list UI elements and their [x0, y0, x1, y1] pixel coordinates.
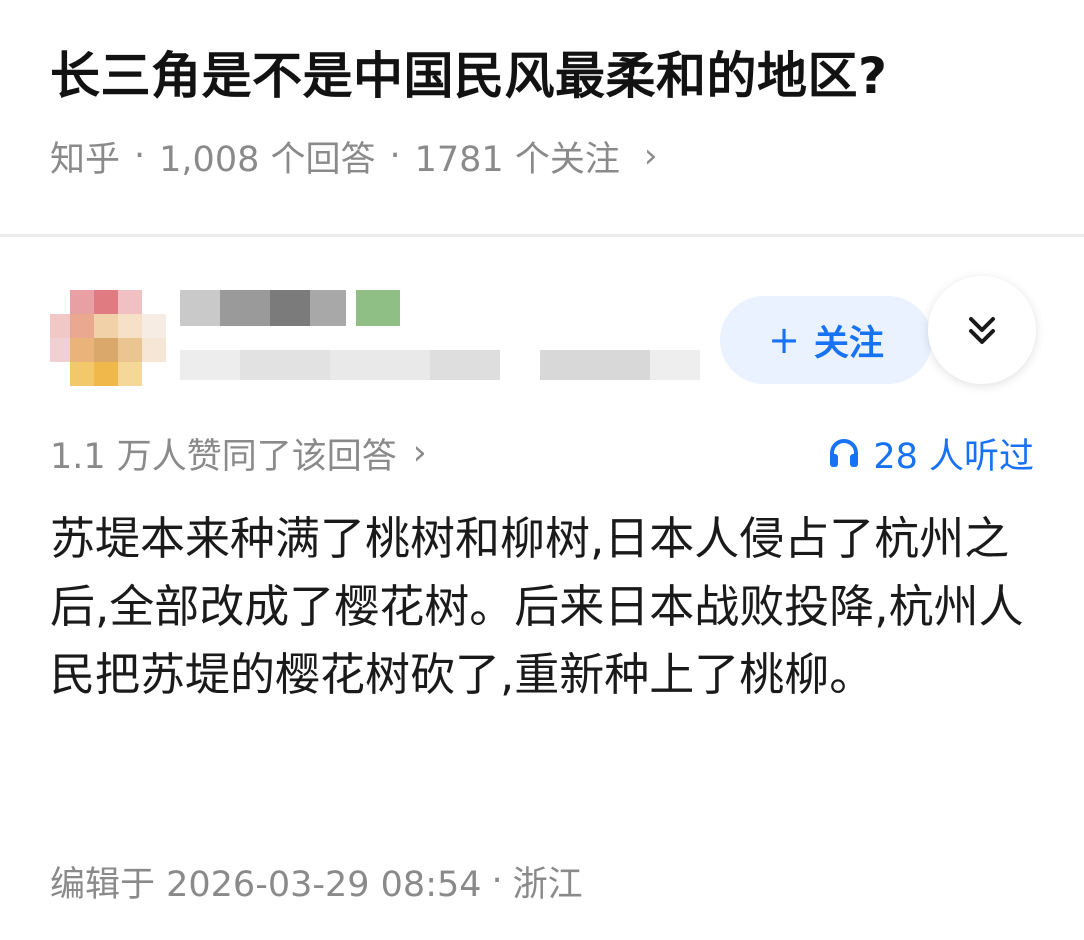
chevron-right-icon: ›: [412, 433, 427, 473]
author-avatar[interactable]: [50, 290, 166, 386]
meta-separator: ·: [389, 136, 401, 176]
question-title[interactable]: 长三角是不是中国民风最柔和的地区?: [50, 38, 888, 114]
author-bio: [180, 346, 720, 388]
headphones-icon: [830, 439, 859, 467]
answer-page: 长三角是不是中国民风最柔和的地区? 知乎 · 1,008 个回答 · 1781 …: [0, 0, 1084, 940]
edit-info: 编辑于 2026-03-29 08:54 · 浙江: [50, 856, 583, 906]
footer-separator: ·: [491, 861, 503, 901]
upvote-summary[interactable]: 1.1 万人赞同了该回答 ›: [50, 428, 427, 478]
more-options-button[interactable]: [928, 276, 1036, 384]
upvote-text: 1.1 万人赞同了该回答: [50, 436, 397, 477]
listen-count[interactable]: 28 人听过: [827, 428, 1034, 478]
source-label: 知乎: [50, 139, 121, 180]
double-chevron-down-icon: [969, 317, 995, 344]
edit-location: 浙江: [512, 864, 583, 905]
answer-content[interactable]: 苏堤本来种满了桃树和柳树,日本人侵占了杭州之后,全部改成了樱花树。后来日本战败投…: [50, 505, 1040, 709]
meta-separator: ·: [134, 136, 146, 176]
listen-text: 28 人听过: [873, 436, 1034, 477]
follower-count: 1781 个关注: [414, 139, 620, 180]
question-meta[interactable]: 知乎 · 1,008 个回答 · 1781 个关注 ›: [50, 130, 657, 182]
section-divider: [0, 234, 1084, 237]
plus-icon: +: [768, 318, 800, 362]
follow-button[interactable]: + 关注: [720, 296, 932, 384]
author-name[interactable]: [180, 290, 400, 334]
edit-time: 编辑于 2026-03-29 08:54: [50, 864, 482, 905]
follow-label: 关注: [813, 323, 884, 364]
answer-count: 1,008 个回答: [159, 139, 376, 180]
chevron-right-icon: ›: [643, 136, 658, 176]
